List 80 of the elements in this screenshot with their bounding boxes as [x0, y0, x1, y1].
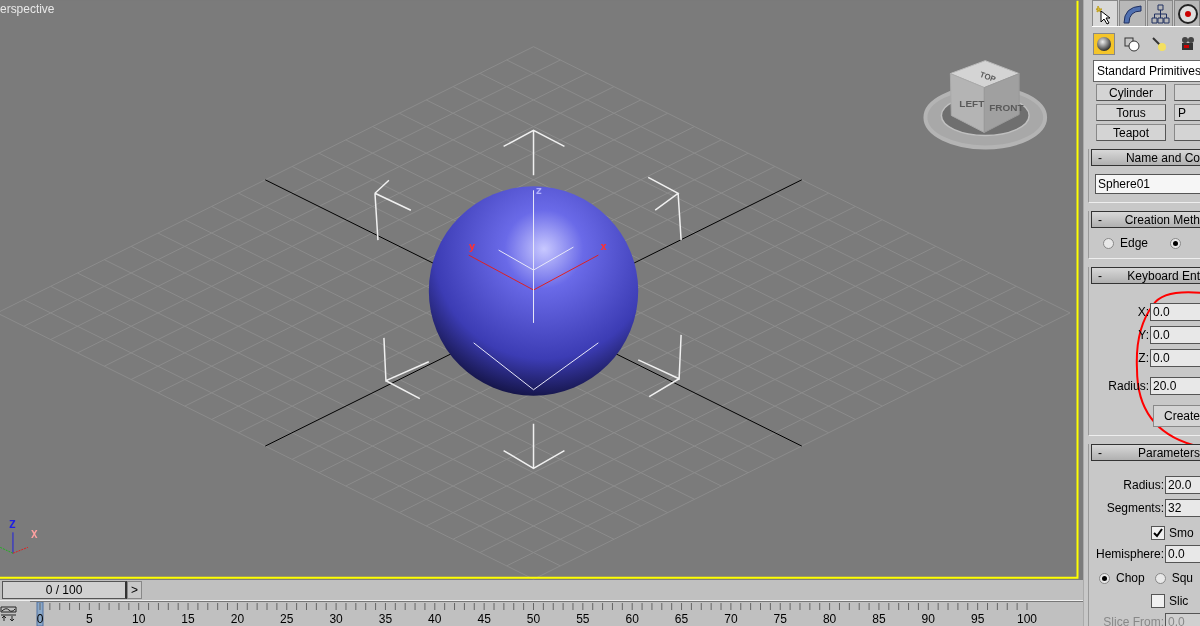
axis-label: y: [468, 240, 476, 254]
frame-number: 35: [378, 612, 393, 626]
object-type-button[interactable]: Cylinder: [1096, 84, 1166, 101]
frame-number: 65: [674, 612, 689, 626]
axis-label: X: [30, 528, 38, 542]
panel-tab[interactable]: [1146, 0, 1173, 26]
time-slider[interactable]: 0 / 100 >: [0, 581, 1083, 599]
frame-number: 85: [872, 612, 886, 626]
next-frame-button[interactable]: >: [127, 581, 142, 599]
number-field[interactable]: 0.0: [1165, 545, 1200, 563]
hierarchy-icon: [1148, 2, 1171, 25]
name-field[interactable]: Sphere01: [1095, 174, 1200, 194]
field-label: Radius:: [1122, 478, 1165, 492]
radio-button[interactable]: [1154, 572, 1166, 584]
number-field[interactable]: 0.0: [1150, 303, 1200, 321]
create-button[interactable]: Create: [1153, 405, 1200, 427]
axis-label: Z: [9, 518, 16, 532]
curved-bar-icon: [1121, 2, 1144, 25]
radio-label: Squ: [1171, 571, 1194, 585]
field-label: Segments:: [1105, 501, 1165, 515]
viewport-label[interactable]: erspective: [0, 1, 55, 16]
field-label: Z:: [1137, 351, 1150, 365]
frame-number: 90: [921, 612, 935, 626]
field-label: Hemisphere:: [1094, 547, 1165, 561]
axis-label: x: [600, 240, 607, 254]
field-label: Slice From:: [1102, 615, 1165, 626]
checkbox-label: Slic: [1169, 594, 1189, 608]
rollout-header[interactable]: - Parameters: [1091, 444, 1200, 461]
axis-label: z: [535, 184, 543, 198]
frame-number: 0: [36, 612, 44, 626]
frame-number: 50: [526, 612, 541, 626]
frame-number: 100: [1017, 612, 1037, 626]
wheel-icon: [1175, 2, 1198, 25]
frame-number: 80: [822, 612, 837, 626]
panel-tab[interactable]: [1173, 0, 1200, 26]
frame-number: 60: [625, 612, 639, 626]
lamp-icon: [1151, 35, 1169, 53]
panel-tab[interactable]: [1092, 0, 1119, 26]
frame-number: 55: [576, 612, 590, 626]
object-type-button[interactable]: Torus: [1096, 104, 1166, 121]
rollout-header[interactable]: - Creation Meth: [1091, 211, 1200, 228]
radio-button[interactable]: [1103, 237, 1114, 249]
checkmark-icon: [1153, 528, 1163, 538]
curve-editor-icon[interactable]: [0, 605, 18, 623]
field-label: X:: [1136, 305, 1150, 319]
checkbox-label: Smo: [1169, 526, 1194, 540]
sphere-icon: [1095, 35, 1113, 53]
number-field[interactable]: 20.0: [1150, 377, 1200, 395]
frame-number: 15: [181, 612, 195, 626]
rollout-header[interactable]: - Keyboard Ent: [1091, 267, 1200, 284]
camera-icon: [1179, 35, 1197, 53]
number-field[interactable]: 0.0: [1150, 326, 1200, 344]
object-type-button[interactable]: Teapot: [1096, 124, 1166, 141]
frame-number: 75: [773, 612, 787, 626]
axis-tripod-drawing: [0, 531, 29, 554]
object-type-button[interactable]: P: [1174, 104, 1200, 121]
radio-label: Edge: [1120, 236, 1149, 250]
category-button[interactable]: [1093, 33, 1115, 55]
frame-number: 30: [329, 612, 343, 626]
checkbox[interactable]: [1151, 526, 1165, 540]
frame-number: 5: [86, 612, 93, 626]
frame-number: 70: [724, 612, 738, 626]
frame-number: 45: [477, 612, 491, 626]
number-field[interactable]: 20.0: [1165, 476, 1200, 494]
frame-number: 40: [428, 612, 442, 626]
panel-tab[interactable]: [1119, 0, 1146, 26]
time-slider-thumb[interactable]: 0 / 100: [2, 581, 127, 599]
frame-number: 10: [132, 612, 146, 626]
radio-button[interactable]: [1099, 572, 1110, 584]
object-type-dropdown[interactable]: Standard Primitives: [1093, 60, 1200, 82]
number-field[interactable]: 0.0: [1150, 349, 1200, 367]
rollout-header[interactable]: - Name and Co: [1091, 149, 1200, 166]
frame-number: 95: [970, 612, 985, 626]
radio-button[interactable]: [1170, 237, 1182, 249]
frame-number: 25: [280, 612, 294, 626]
number-field[interactable]: 32: [1165, 499, 1200, 517]
frame-number: 20: [230, 612, 245, 626]
checkbox[interactable]: [1151, 594, 1165, 608]
shapes-icon: [1123, 35, 1141, 53]
radio-label: Chop: [1116, 571, 1145, 585]
